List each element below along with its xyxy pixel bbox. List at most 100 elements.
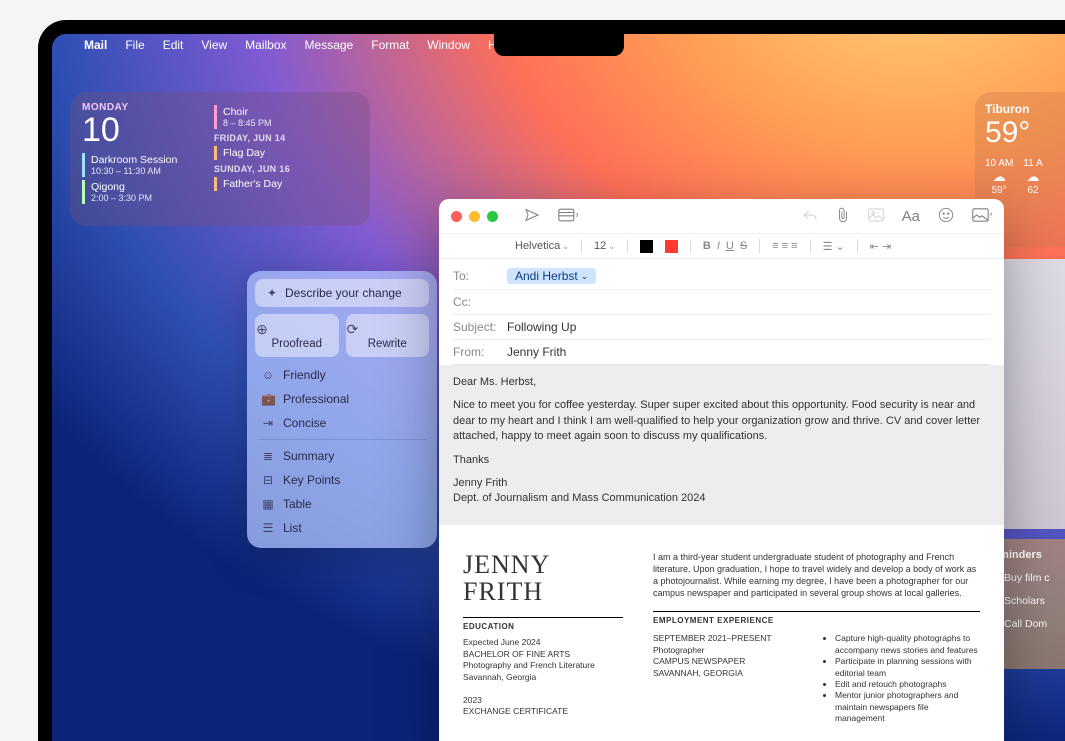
weather-hour-time: 11 A bbox=[1023, 158, 1042, 169]
event-title: Flag Day bbox=[223, 147, 358, 159]
tone-concise[interactable]: ⇥ Concise bbox=[255, 411, 429, 435]
emp-header: EMPLOYMENT EXPERIENCE bbox=[653, 611, 980, 627]
indent-buttons[interactable]: ⇤ ⇥ bbox=[870, 240, 892, 253]
calendar-event: Choir 8 – 8:45 PM bbox=[214, 105, 358, 129]
magnify-icon: ⊕ bbox=[255, 321, 269, 338]
sparkle-icon: ✦ bbox=[265, 286, 279, 300]
app-name[interactable]: Mail bbox=[84, 38, 107, 52]
emoji-icon[interactable] bbox=[938, 207, 954, 226]
menu-mailbox[interactable]: Mailbox bbox=[245, 38, 286, 52]
emp-bullets: Capture high-quality photographs to acco… bbox=[823, 633, 980, 725]
menu-message[interactable]: Message bbox=[305, 38, 354, 52]
event-time: 10:30 – 11:30 AM bbox=[91, 166, 200, 176]
calendar-date-header: SUNDAY, JUN 16 bbox=[214, 164, 358, 174]
minimize-button[interactable] bbox=[469, 211, 480, 222]
align-buttons[interactable]: ≡ ≡ ≡ bbox=[772, 240, 797, 252]
row-label: Concise bbox=[283, 416, 326, 430]
zoom-button[interactable] bbox=[487, 211, 498, 222]
weather-hour-temp: 59° bbox=[985, 185, 1013, 196]
calendar-widget[interactable]: MONDAY 10 Darkroom Session 10:30 – 11:30… bbox=[70, 92, 370, 226]
lines-icon: ≣ bbox=[261, 449, 275, 463]
weather-location: Tiburon bbox=[985, 102, 1055, 116]
calendar-event: Qigong 2:00 – 3:30 PM bbox=[82, 180, 200, 204]
from-row[interactable]: From: Jenny Frith bbox=[453, 340, 990, 365]
bullet: Participate in planning sessions with ed… bbox=[835, 656, 980, 679]
list-icon: ☰ bbox=[261, 521, 275, 535]
tone-professional[interactable]: 💼 Professional bbox=[255, 387, 429, 411]
laptop-notch bbox=[494, 34, 624, 56]
describe-change-input[interactable]: ✦ Describe your change bbox=[255, 279, 429, 307]
attachment-preview[interactable]: JENNY FRITH EDUCATION Expected June 2024… bbox=[439, 525, 1004, 741]
photo-insert-icon[interactable] bbox=[972, 208, 992, 225]
body-thanks: Thanks bbox=[453, 453, 990, 468]
subject-value[interactable]: Following Up bbox=[507, 320, 576, 334]
cc-label: Cc: bbox=[453, 295, 507, 309]
transform-table[interactable]: ▦ Table bbox=[255, 492, 429, 516]
underline-button[interactable]: U bbox=[726, 240, 734, 252]
text-color[interactable] bbox=[640, 240, 653, 253]
body-sig-line: Dept. of Journalism and Mass Communicati… bbox=[453, 491, 990, 506]
traffic-lights bbox=[451, 211, 498, 222]
menu-format[interactable]: Format bbox=[371, 38, 409, 52]
attach-icon[interactable] bbox=[836, 207, 850, 226]
button-label: Proofread bbox=[271, 338, 322, 350]
to-row[interactable]: To: Andi Herbst bbox=[453, 263, 990, 290]
bullet: Edit and retouch photographs bbox=[835, 679, 980, 690]
cloud-icon: ☁︎ bbox=[985, 169, 1013, 185]
row-label: Key Points bbox=[283, 473, 340, 487]
transform-summary[interactable]: ≣ Summary bbox=[255, 444, 429, 468]
event-title: Choir bbox=[223, 106, 358, 118]
header-fields-icon[interactable] bbox=[558, 208, 578, 225]
photo-browser-icon[interactable] bbox=[868, 208, 884, 225]
resume-bio: I am a third-year student undergraduate … bbox=[653, 551, 980, 600]
table-icon: ▦ bbox=[261, 497, 275, 511]
compress-icon: ⇥ bbox=[261, 416, 275, 430]
row-label: Professional bbox=[283, 392, 349, 406]
size-select[interactable]: 12⌄ bbox=[594, 240, 615, 252]
row-label: Table bbox=[283, 497, 312, 511]
body-sig-name: Jenny Frith bbox=[453, 476, 990, 491]
rewrite-button[interactable]: ⟳ Rewrite bbox=[346, 314, 430, 357]
weather-hour: 10 AM ☁︎ 59° bbox=[985, 158, 1013, 196]
close-button[interactable] bbox=[451, 211, 462, 222]
transform-keypoints[interactable]: ⊟Key Points bbox=[255, 468, 429, 492]
list-buttons[interactable]: ☰ ⌄ bbox=[823, 240, 845, 253]
from-label: From: bbox=[453, 345, 507, 359]
recipient-chip[interactable]: Andi Herbst bbox=[507, 268, 596, 284]
calendar-date-header: FRIDAY, JUN 14 bbox=[214, 133, 358, 143]
menu-window[interactable]: Window bbox=[427, 38, 470, 52]
menu-file[interactable]: File bbox=[125, 38, 144, 52]
resume-name: JENNY bbox=[463, 551, 623, 578]
calendar-event: Darkroom Session 10:30 – 11:30 AM bbox=[82, 153, 200, 177]
calendar-event: Father's Day bbox=[214, 177, 358, 191]
row-label: Friendly bbox=[283, 368, 326, 382]
bold-button[interactable]: B bbox=[703, 240, 711, 252]
to-label: To: bbox=[453, 269, 507, 283]
subject-row[interactable]: Subject: Following Up bbox=[453, 315, 990, 340]
event-title: Father's Day bbox=[223, 178, 358, 190]
menu-edit[interactable]: Edit bbox=[163, 38, 184, 52]
italic-button[interactable]: I bbox=[717, 240, 720, 252]
separator bbox=[257, 439, 427, 440]
text-bg-color[interactable] bbox=[665, 240, 678, 253]
format-bar: Helvetica⌄ 12⌄ BIUS ≡ ≡ ≡ ☰ ⌄ ⇤ ⇥ bbox=[439, 233, 1004, 259]
describe-placeholder: Describe your change bbox=[285, 286, 402, 300]
proofread-button[interactable]: ⊕Proofread bbox=[255, 314, 339, 357]
menu-view[interactable]: View bbox=[201, 38, 227, 52]
strike-button[interactable]: S bbox=[740, 240, 747, 252]
row-label: List bbox=[283, 521, 302, 535]
message-body[interactable]: Dear Ms. Herbst, Nice to meet you for co… bbox=[439, 365, 1004, 525]
row-label: Summary bbox=[283, 449, 334, 463]
reply-icon[interactable] bbox=[802, 208, 818, 225]
cc-row[interactable]: Cc: bbox=[453, 290, 990, 315]
tone-friendly[interactable]: ☺Friendly bbox=[255, 363, 429, 387]
transform-list[interactable]: ☰ List bbox=[255, 516, 429, 540]
rewrite-icon: ⟳ bbox=[346, 321, 360, 338]
font-select[interactable]: Helvetica⌄ bbox=[515, 240, 569, 252]
briefcase-icon: 💼 bbox=[261, 392, 275, 406]
from-value: Jenny Frith bbox=[507, 345, 566, 359]
send-icon[interactable] bbox=[524, 207, 540, 226]
format-icon[interactable]: Aa bbox=[902, 208, 920, 225]
button-label: Rewrite bbox=[368, 338, 407, 350]
subject-label: Subject: bbox=[453, 320, 507, 334]
